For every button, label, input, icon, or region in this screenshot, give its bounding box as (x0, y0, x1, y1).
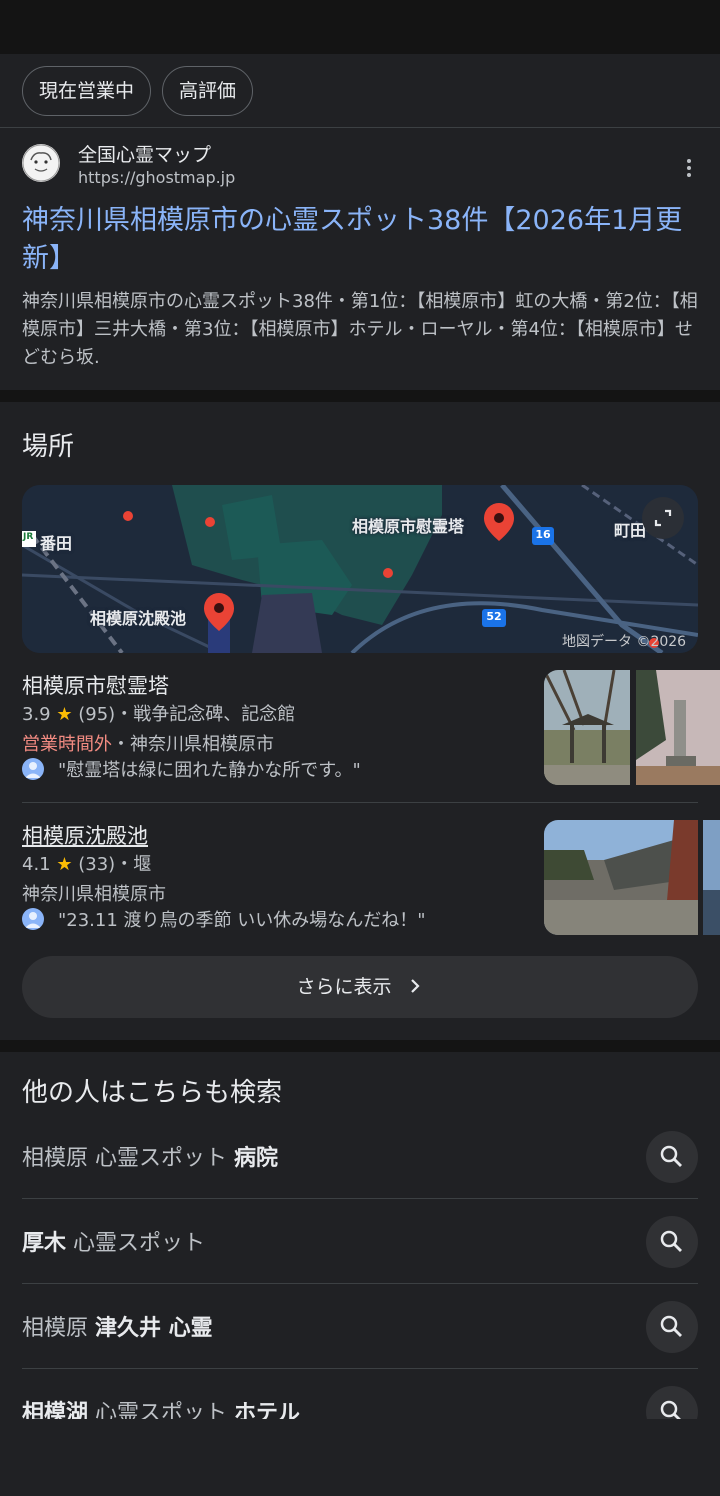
show-more-label: さらに表示 (296, 976, 392, 998)
related-search-text[interactable]: 相模原 心霊スポット 病院 (22, 1140, 278, 1172)
place-rating-line: 3.9 ★ (95)・戦争記念碑、記念館 (22, 704, 296, 725)
map-label-banda: 番田 (40, 534, 73, 553)
search-button[interactable] (646, 1301, 698, 1353)
hours-status: 営業時間外 (22, 734, 112, 755)
show-more-button[interactable]: さらに表示 (22, 956, 698, 1018)
place-photo[interactable] (544, 670, 630, 785)
places-title: 場所 (22, 432, 75, 462)
place-photo[interactable] (703, 820, 720, 935)
filter-chip-bar: 現在営業中 高評価 (0, 54, 720, 128)
place-divider (22, 802, 698, 803)
avatar-icon (22, 758, 44, 780)
related-search-item[interactable]: 相模湖 心霊スポット ホテル (0, 1369, 720, 1419)
map-credit: 地図データ ©2026 (562, 634, 687, 650)
place-address: 神奈川県相模原市 (130, 734, 274, 755)
related-search-item[interactable]: 相模原 心霊スポット 病院 (0, 1114, 720, 1199)
map[interactable]: 相模原市慰霊塔 相模原沈殿池 番田 町田 JR 16 52 地図データ ©202… (22, 485, 698, 653)
expand-icon (654, 509, 672, 527)
section-divider (0, 1040, 720, 1052)
rating-value: 4.1 (22, 854, 51, 875)
status-bar (0, 0, 720, 54)
search-result: 全国心霊マップ https://ghostmap.jp 神奈川県相模原市の心霊ス… (0, 128, 720, 390)
search-button[interactable] (646, 1131, 698, 1183)
place-review: "23.11 渡り鳥の季節 いい休み場なんだね！" (58, 910, 426, 931)
place-category: 堰 (133, 854, 152, 875)
related-search-item[interactable]: 相模原 津久井 心霊 (0, 1284, 720, 1369)
avatar-icon (22, 908, 44, 930)
site-url[interactable]: https://ghostmap.jp (78, 168, 235, 187)
place-name[interactable]: 相模原市慰霊塔 (22, 670, 169, 700)
map-pin-icon[interactable] (204, 593, 234, 653)
review-count: (95) (78, 704, 116, 725)
place-status-line: 営業時間外・神奈川県相模原市 (22, 730, 274, 756)
map-label-chindenchi: 相模原沈殿池 (90, 609, 187, 628)
place-photo[interactable] (636, 670, 720, 785)
related-search-text[interactable]: 相模原 津久井 心霊 (22, 1310, 213, 1342)
place-photo[interactable] (544, 820, 698, 935)
place-item[interactable]: 相模原沈殿池 4.1 ★ (33)・堰 神奈川県相模原市 "23.11 渡り鳥の… (0, 820, 720, 940)
jr-badge: JR (23, 532, 34, 542)
chip-highly-rated[interactable]: 高評価 (162, 66, 254, 116)
chip-open-now[interactable]: 現在営業中 (22, 66, 152, 116)
place-review: "慰霊塔は緑に囲れた静かな所です。" (58, 760, 361, 781)
chevron-right-icon (410, 979, 420, 993)
related-searches-section: 他の人はこちらも検索 相模原 心霊スポット 病院 厚木 心霊スポット 相模原 津… (0, 1052, 720, 1496)
section-divider (0, 390, 720, 402)
related-search-text[interactable]: 相模湖 心霊スポット ホテル (22, 1395, 300, 1419)
place-name[interactable]: 相模原沈殿池 (22, 820, 148, 850)
search-icon (660, 1400, 681, 1419)
search-icon (660, 1230, 682, 1252)
route-52-label: 52 (486, 610, 502, 623)
related-search-item[interactable]: 厚木 心霊スポット (0, 1199, 720, 1284)
separator: ・ (112, 734, 130, 755)
search-icon (660, 1145, 682, 1167)
place-rating-line: 4.1 ★ (33)・堰 (22, 854, 152, 875)
related-search-text[interactable]: 厚木 心霊スポット (22, 1225, 205, 1257)
result-snippet: 神奈川県相模原市の心霊スポット38件・第1位：【相模原市】虹の大橋・第2位：【相… (22, 291, 698, 368)
kebab-menu-icon[interactable] (678, 156, 700, 180)
search-button[interactable] (646, 1216, 698, 1268)
star-icon: ★ (56, 854, 73, 875)
result-title-link[interactable]: 神奈川県相模原市の心霊スポット38件【2026年1月更新】 (22, 202, 702, 278)
site-favicon-icon (22, 144, 60, 182)
map-label-ireito: 相模原市慰霊塔 (352, 517, 465, 536)
related-title: 他の人はこちらも検索 (22, 1078, 283, 1108)
place-category: 戦争記念碑、記念館 (133, 704, 296, 725)
place-item[interactable]: 相模原市慰霊塔 3.9 ★ (95)・戦争記念碑、記念館 営業時間外・神奈川県相… (0, 670, 720, 790)
expand-map-button[interactable] (642, 497, 684, 539)
rating-value: 3.9 (22, 704, 51, 725)
route-16-label: 16 (535, 528, 551, 541)
star-icon: ★ (56, 704, 73, 725)
place-address: 神奈川県相模原市 (22, 884, 166, 905)
site-name[interactable]: 全国心霊マップ (78, 140, 211, 167)
places-section: 場所 相模原市慰霊塔 相模原沈殿池 番田 町田 JR 16 52 地図データ ©… (0, 402, 720, 1042)
search-icon (660, 1315, 682, 1337)
search-button[interactable] (646, 1386, 698, 1419)
review-count: (33) (78, 854, 116, 875)
